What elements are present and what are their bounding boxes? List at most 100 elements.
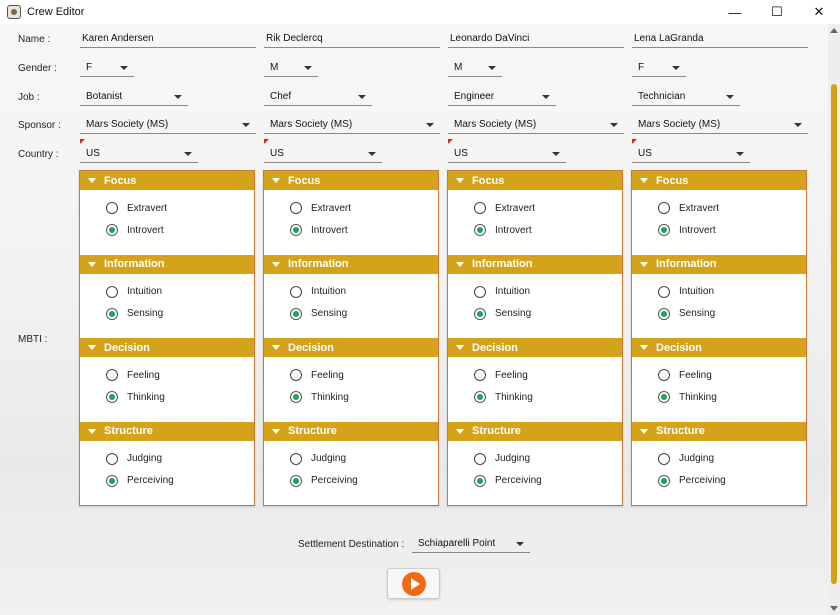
crew-1-name-field[interactable]: Rik Declercq (264, 30, 440, 48)
crew-0-decision-option-thinking[interactable]: Thinking (106, 391, 165, 403)
mbti-decision-header[interactable]: Decision (448, 338, 622, 357)
radio-button-icon[interactable] (290, 474, 302, 487)
mbti-focus-header[interactable]: Focus (448, 171, 622, 190)
crew-3-sponsor-select[interactable]: Mars Society (MS) (632, 116, 808, 134)
crew-3-structure-option-judging[interactable]: Judging (658, 452, 714, 465)
radio-button-icon[interactable] (474, 369, 486, 381)
radio-button-icon[interactable] (474, 224, 486, 236)
radio-button-icon[interactable] (290, 202, 302, 214)
radio-button-icon[interactable] (290, 307, 302, 320)
crew-2-information-option-intuition[interactable]: Intuition (474, 285, 530, 298)
crew-1-country-select[interactable]: US (264, 139, 382, 163)
radio-button-icon[interactable] (106, 202, 118, 214)
close-button[interactable]: ✕ (798, 0, 840, 24)
radio-button-icon[interactable] (474, 202, 486, 214)
vertical-scrollbar[interactable] (828, 24, 840, 615)
crew-2-information-option-sensing[interactable]: Sensing (474, 307, 531, 320)
crew-3-country-select[interactable]: US (632, 139, 750, 163)
crew-2-structure-option-perceiving[interactable]: Perceiving (474, 474, 542, 487)
radio-button-icon[interactable] (290, 391, 302, 403)
crew-1-focus-option-extravert[interactable]: Extravert (290, 202, 351, 214)
mbti-structure-header[interactable]: Structure (264, 421, 438, 441)
crew-3-focus-option-extravert[interactable]: Extravert (658, 202, 719, 214)
crew-3-structure-option-perceiving[interactable]: Perceiving (658, 474, 726, 487)
crew-3-gender-select[interactable]: F (632, 59, 686, 77)
mbti-decision-header[interactable]: Decision (80, 338, 254, 357)
crew-2-decision-option-thinking[interactable]: Thinking (474, 391, 533, 403)
crew-2-focus-option-extravert[interactable]: Extravert (474, 202, 535, 214)
radio-button-icon[interactable] (474, 452, 486, 465)
mbti-structure-header[interactable]: Structure (632, 421, 806, 441)
crew-2-structure-option-judging[interactable]: Judging (474, 452, 530, 465)
radio-button-icon[interactable] (474, 307, 486, 320)
crew-1-structure-option-judging[interactable]: Judging (290, 452, 346, 465)
radio-button-icon[interactable] (658, 307, 670, 320)
crew-3-information-option-intuition[interactable]: Intuition (658, 285, 714, 298)
scroll-thumb[interactable] (831, 84, 837, 584)
crew-2-country-select[interactable]: US (448, 139, 566, 163)
radio-button-icon[interactable] (658, 452, 670, 465)
crew-1-decision-option-thinking[interactable]: Thinking (290, 391, 349, 403)
crew-1-sponsor-select[interactable]: Mars Society (MS) (264, 116, 440, 134)
radio-button-icon[interactable] (290, 452, 302, 465)
crew-1-structure-option-perceiving[interactable]: Perceiving (290, 474, 358, 487)
mbti-focus-header[interactable]: Focus (632, 171, 806, 190)
crew-3-decision-option-feeling[interactable]: Feeling (658, 369, 712, 381)
minimize-button[interactable]: — (714, 0, 756, 24)
crew-2-focus-option-introvert[interactable]: Introvert (474, 224, 532, 236)
crew-0-gender-select[interactable]: F (80, 59, 134, 77)
radio-button-icon[interactable] (474, 391, 486, 403)
crew-0-focus-option-extravert[interactable]: Extravert (106, 202, 167, 214)
crew-2-job-select[interactable]: Engineer (448, 88, 556, 106)
mbti-decision-header[interactable]: Decision (632, 338, 806, 357)
crew-1-information-option-sensing[interactable]: Sensing (290, 307, 347, 320)
crew-3-focus-option-introvert[interactable]: Introvert (658, 224, 716, 236)
radio-button-icon[interactable] (106, 452, 118, 465)
crew-0-name-field[interactable]: Karen Andersen (80, 30, 256, 48)
radio-button-icon[interactable] (106, 474, 118, 487)
radio-button-icon[interactable] (106, 391, 118, 403)
radio-button-icon[interactable] (290, 285, 302, 298)
scroll-down-icon[interactable] (830, 606, 838, 611)
crew-1-decision-option-feeling[interactable]: Feeling (290, 369, 344, 381)
radio-button-icon[interactable] (106, 307, 118, 320)
radio-button-icon[interactable] (658, 369, 670, 381)
radio-button-icon[interactable] (658, 391, 670, 403)
mbti-structure-header[interactable]: Structure (80, 421, 254, 441)
mbti-focus-header[interactable]: Focus (264, 171, 438, 190)
crew-0-job-select[interactable]: Botanist (80, 88, 188, 106)
crew-0-country-select[interactable]: US (80, 139, 198, 163)
crew-0-structure-option-judging[interactable]: Judging (106, 452, 162, 465)
crew-0-decision-option-feeling[interactable]: Feeling (106, 369, 160, 381)
crew-3-information-option-sensing[interactable]: Sensing (658, 307, 715, 320)
radio-button-icon[interactable] (658, 202, 670, 214)
radio-button-icon[interactable] (474, 285, 486, 298)
crew-3-name-field[interactable]: Lena LaGranda (632, 30, 808, 48)
crew-1-focus-option-introvert[interactable]: Introvert (290, 224, 348, 236)
radio-button-icon[interactable] (658, 224, 670, 236)
radio-button-icon[interactable] (474, 474, 486, 487)
start-button[interactable] (387, 568, 440, 599)
mbti-information-header[interactable]: Information (264, 254, 438, 274)
crew-0-structure-option-perceiving[interactable]: Perceiving (106, 474, 174, 487)
crew-2-name-field[interactable]: Leonardo DaVinci (448, 30, 624, 48)
crew-0-information-option-intuition[interactable]: Intuition (106, 285, 162, 298)
mbti-decision-header[interactable]: Decision (264, 338, 438, 357)
radio-button-icon[interactable] (290, 224, 302, 236)
crew-3-job-select[interactable]: Technician (632, 88, 740, 106)
mbti-information-header[interactable]: Information (632, 254, 806, 274)
crew-2-gender-select[interactable]: M (448, 59, 502, 77)
maximize-button[interactable]: ☐ (756, 0, 798, 24)
crew-2-decision-option-feeling[interactable]: Feeling (474, 369, 528, 381)
crew-2-sponsor-select[interactable]: Mars Society (MS) (448, 116, 624, 134)
settlement-destination-select[interactable]: Schiaparelli Point (412, 535, 530, 553)
crew-0-focus-option-introvert[interactable]: Introvert (106, 224, 164, 236)
crew-0-sponsor-select[interactable]: Mars Society (MS) (80, 116, 256, 134)
crew-1-information-option-intuition[interactable]: Intuition (290, 285, 346, 298)
radio-button-icon[interactable] (106, 285, 118, 298)
mbti-focus-header[interactable]: Focus (80, 171, 254, 190)
scroll-up-icon[interactable] (830, 28, 838, 33)
crew-1-gender-select[interactable]: M (264, 59, 318, 77)
radio-button-icon[interactable] (658, 474, 670, 487)
radio-button-icon[interactable] (106, 224, 118, 236)
